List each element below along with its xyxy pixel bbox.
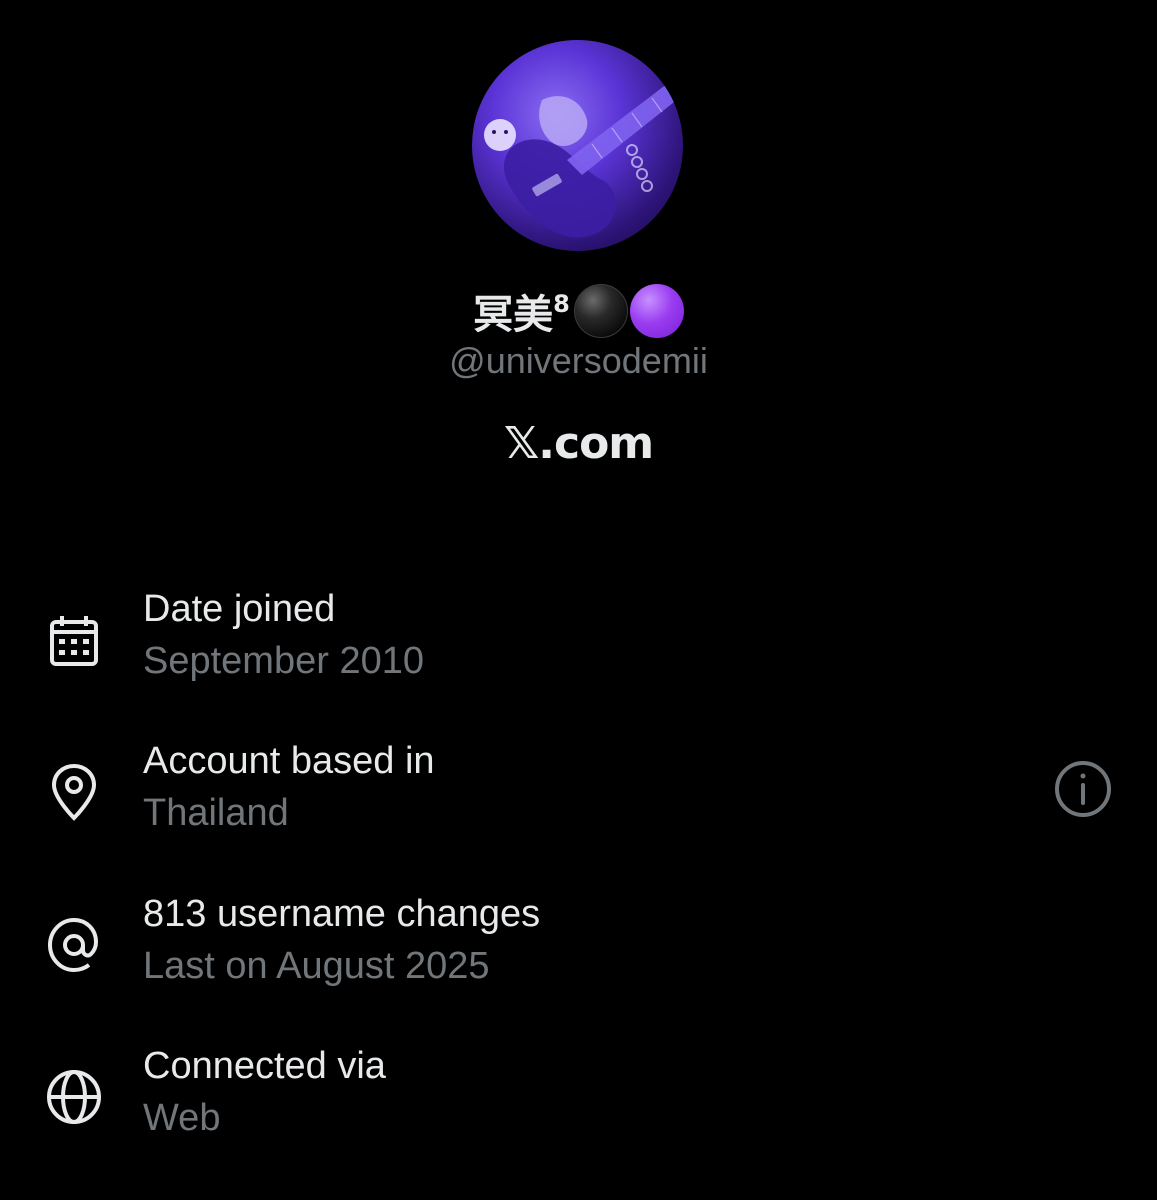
username-handle: @universodemii bbox=[449, 340, 708, 381]
avatar-image bbox=[484, 80, 683, 238]
detail-row-account-location: Account based in Thailand bbox=[0, 740, 1157, 850]
info-icon[interactable] bbox=[1052, 758, 1114, 820]
detail-title: Date joined bbox=[143, 588, 336, 630]
detail-value: Last on August 2025 bbox=[143, 945, 490, 987]
detail-row-date-joined: Date joined September 2010 bbox=[0, 588, 1157, 698]
detail-row-username-changes: 813 username changes Last on August 2025 bbox=[0, 893, 1157, 1003]
detail-title: Account based in bbox=[143, 740, 435, 782]
calendar-icon bbox=[44, 610, 104, 670]
display-name-text: 冥美 bbox=[473, 292, 554, 338]
detail-value: Thailand bbox=[143, 792, 289, 834]
globe-icon bbox=[44, 1067, 104, 1127]
location-pin-icon bbox=[44, 762, 104, 822]
display-name: 冥美8 bbox=[0, 282, 1157, 340]
black-circle-emoji-icon bbox=[573, 284, 628, 338]
detail-value: September 2010 bbox=[143, 640, 424, 682]
detail-title: Connected via bbox=[143, 1045, 386, 1087]
detail-value: Web bbox=[143, 1097, 221, 1139]
profile-avatar[interactable] bbox=[472, 40, 683, 251]
purple-circle-emoji-icon bbox=[629, 284, 684, 338]
display-name-superscript: 8 bbox=[553, 290, 570, 318]
detail-row-connected-via: Connected via Web bbox=[0, 1045, 1157, 1155]
at-sign-icon bbox=[44, 915, 104, 975]
site-brand: 𝕏.com bbox=[503, 418, 654, 469]
detail-title: 813 username changes bbox=[143, 893, 541, 935]
